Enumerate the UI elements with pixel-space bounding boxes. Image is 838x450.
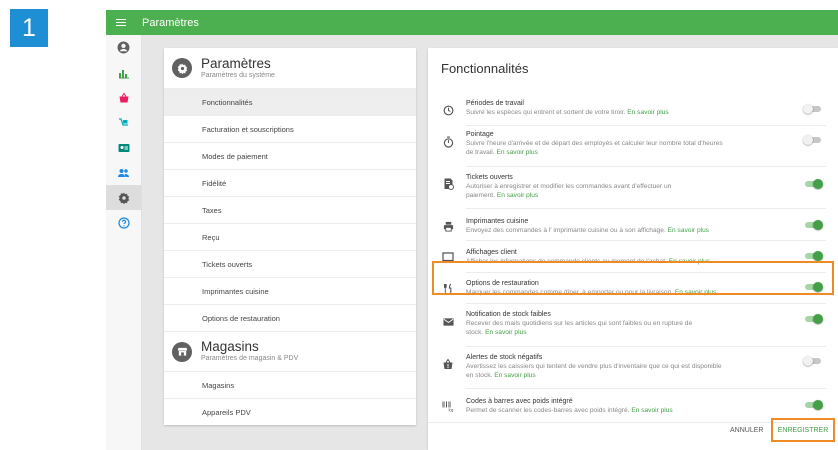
svg-text:kg: kg <box>448 408 453 413</box>
feature-description-cont: de travail. En savoir plus <box>466 149 538 156</box>
learn-more-link[interactable]: En savoir plus <box>627 109 668 116</box>
section-title: Magasins <box>201 339 259 354</box>
feature-name: Périodes de travail <box>466 100 524 107</box>
settings-section-header: Paramètres Paramètres du système <box>164 48 416 88</box>
feature-notification-stock: Notification de stock faibles Recever de… <box>466 310 806 337</box>
top-bar: Paramètres <box>106 10 838 35</box>
customers-icon[interactable] <box>106 135 141 160</box>
toggle-alertes-stock[interactable] <box>803 356 823 366</box>
section-subtitle: Paramètres de magasin & PDV <box>201 355 299 362</box>
barcode-kg-icon: kg <box>440 398 456 414</box>
toggle-imprimantes-cuisine[interactable] <box>803 220 823 230</box>
toggle-pointage[interactable] <box>803 135 823 145</box>
app-window: Paramètres Paramètres Paramètres du syst… <box>106 10 838 450</box>
divider <box>466 208 826 209</box>
feature-name: Codes à barres avec poids intégré <box>466 398 573 405</box>
save-button[interactable]: ENREGISTRER <box>778 427 829 434</box>
divider <box>428 422 800 423</box>
menu-item-facturation[interactable]: Facturation et souscriptions <box>164 115 416 142</box>
feature-pointage: Pointage Suivre l'heure d'arrivée et de … <box>466 130 806 157</box>
feature-description-cont: stock. En savoir plus <box>466 329 527 336</box>
feature-description: Permet de scanner les codes-barres avec … <box>466 407 673 414</box>
highlight-options-restauration <box>432 261 834 295</box>
cancel-button[interactable]: ANNULER <box>730 427 763 434</box>
feature-name: Affichages client <box>466 249 517 256</box>
feature-description: Envoyez des commandes à l' imprimante cu… <box>466 227 710 234</box>
learn-more-link[interactable]: En savoir plus <box>631 407 672 414</box>
store-icon <box>172 341 192 362</box>
learn-more-link[interactable]: En savoir plus <box>496 149 537 156</box>
toggle-notification-stock[interactable] <box>803 314 823 324</box>
save-button-highlight[interactable]: ENREGISTRER <box>771 418 835 442</box>
divider <box>466 388 826 389</box>
feature-name: Tickets ouverts <box>466 174 513 181</box>
feature-name: Imprimantes cuisine <box>466 218 529 225</box>
feature-name: Notification de stock faibles <box>466 311 551 318</box>
inventory-icon[interactable] <box>106 110 141 135</box>
menu-item-recu[interactable]: Reçu <box>164 223 416 250</box>
divider <box>466 166 826 167</box>
feature-alertes-stock: Alertes de stock négatifs Avertissez les… <box>466 353 806 380</box>
printer-icon <box>440 218 456 234</box>
feature-periodes-travail: Périodes de travail Suivre les espèces q… <box>466 99 806 117</box>
gear-icon <box>172 58 192 78</box>
settings-icon[interactable] <box>106 185 141 210</box>
feature-description: Suivre les espèces qui entrent et sorten… <box>466 109 669 116</box>
clock-icon <box>440 102 456 118</box>
employees-icon[interactable] <box>106 160 141 185</box>
stores-section-header: Magasins Paramètres de magasin & PDV <box>164 331 416 371</box>
feature-name: Pointage <box>466 131 494 138</box>
menu-item-options-restauration[interactable]: Options de restauration <box>164 304 416 331</box>
menu-item-tickets-ouverts[interactable]: Tickets ouverts <box>164 250 416 277</box>
divider <box>466 346 826 347</box>
toggle-codes-barres[interactable] <box>803 400 823 410</box>
feature-tickets-ouverts: Tickets ouverts Autoriser à enregistrer … <box>466 173 806 200</box>
learn-more-link[interactable]: En savoir plus <box>494 372 535 379</box>
page-title: Paramètres <box>142 16 199 29</box>
account-icon[interactable] <box>106 35 141 60</box>
feature-imprimantes-cuisine: Imprimantes cuisine Envoyez des commande… <box>466 217 806 235</box>
menu-item-fidelite[interactable]: Fidélité <box>164 169 416 196</box>
items-icon[interactable] <box>106 85 141 110</box>
ticket-icon <box>440 176 456 192</box>
feature-description: Suivre l'heure d'arrivée et de départ de… <box>466 140 723 147</box>
feature-description-cont: paiement. En savoir plus <box>466 192 539 199</box>
menu-item-imprimantes-cuisine[interactable]: Imprimantes cuisine <box>164 277 416 304</box>
stopwatch-icon <box>440 134 456 150</box>
menu-item-fonctionnalites[interactable]: Fonctionnalités <box>164 88 416 115</box>
toggle-affichages-client[interactable] <box>803 251 823 261</box>
toggle-periodes-travail[interactable] <box>803 104 823 114</box>
menu-item-taxes[interactable]: Taxes <box>164 196 416 223</box>
toggle-tickets-ouverts[interactable] <box>803 179 823 189</box>
learn-more-link[interactable]: En savoir plus <box>668 227 709 234</box>
menu-item-appareils-pdv[interactable]: Appareils PDV <box>164 398 416 425</box>
menu-item-modes-paiement[interactable]: Modes de paiement <box>164 142 416 169</box>
divider <box>466 303 826 304</box>
hamburger-menu-icon[interactable] <box>106 10 136 35</box>
section-title: Paramètres <box>201 55 271 71</box>
features-card: Fonctionnalités Périodes de travail Suiv… <box>428 48 838 450</box>
reports-icon[interactable] <box>106 60 141 85</box>
feature-name: Alertes de stock négatifs <box>466 354 543 361</box>
divider <box>466 125 826 126</box>
feature-description: Autoriser à enregistrer et modifier les … <box>466 183 672 190</box>
feature-description: Avertissez les caissiers qui tentent de … <box>466 363 722 370</box>
learn-more-link[interactable]: En savoir plus <box>485 329 526 336</box>
learn-more-link[interactable]: En savoir plus <box>497 192 538 199</box>
alert-bag-icon <box>440 356 456 372</box>
menu-item-magasins[interactable]: Magasins <box>164 371 416 398</box>
section-subtitle: Paramètres du système <box>201 71 275 79</box>
feature-description: Recever des mails quotidiens sur les art… <box>466 320 693 327</box>
features-title: Fonctionnalités <box>441 61 529 76</box>
help-icon[interactable] <box>106 210 141 235</box>
feature-codes-barres: Codes à barres avec poids intégré Permet… <box>466 397 806 415</box>
divider <box>466 240 826 241</box>
side-navigation <box>106 35 142 450</box>
step-number-badge: 1 <box>10 9 48 47</box>
mail-icon <box>440 314 456 330</box>
feature-description-cont: en stock. En savoir plus <box>466 372 536 379</box>
settings-menu-card: Paramètres Paramètres du système Fonctio… <box>164 48 416 425</box>
